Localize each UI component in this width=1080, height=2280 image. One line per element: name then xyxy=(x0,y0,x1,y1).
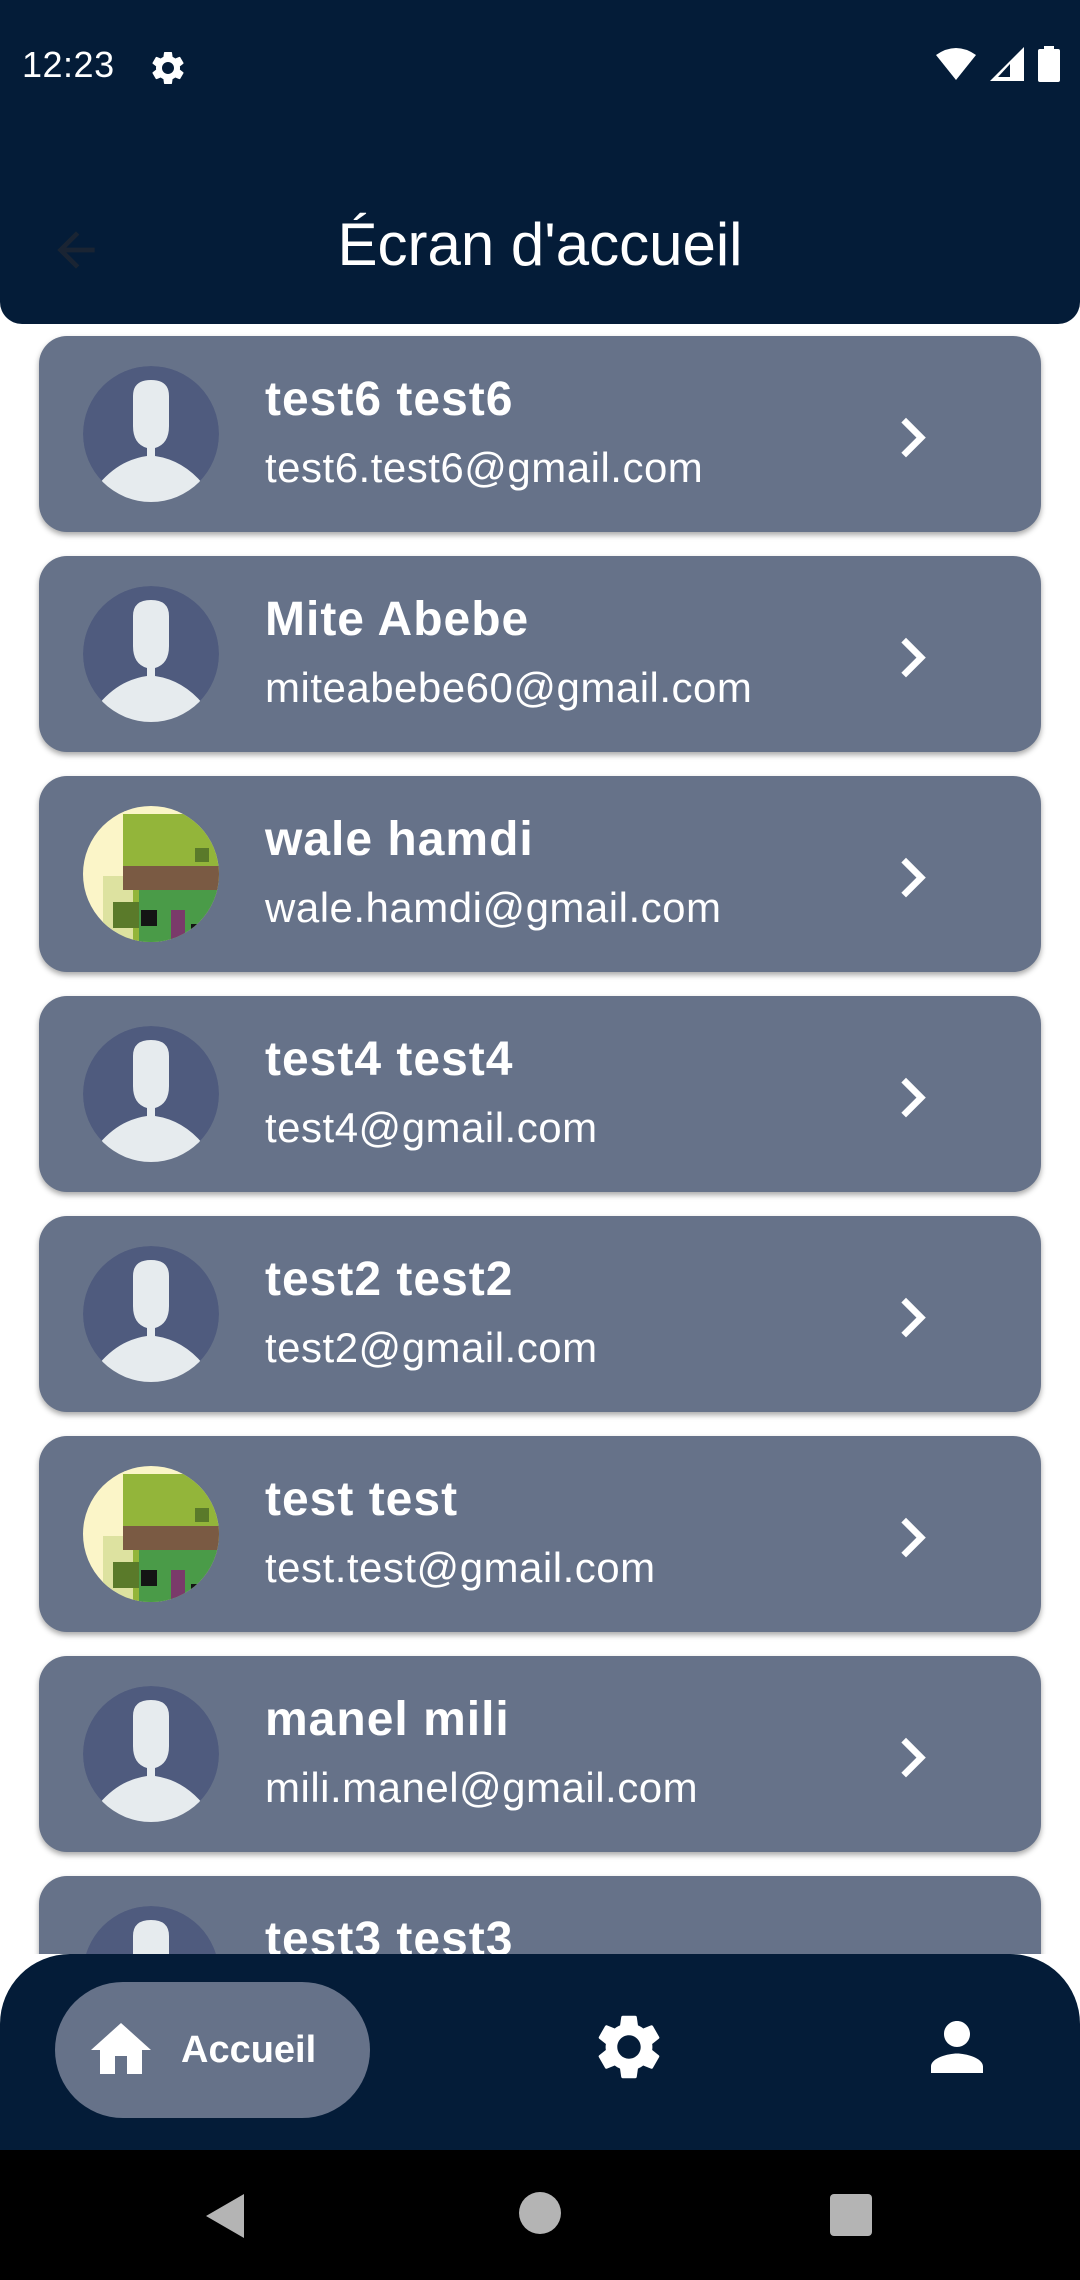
signal-icon xyxy=(990,47,1024,81)
screen: 12:23 Écran d'accueil test6 test6 test6.… xyxy=(0,0,1080,2280)
user-email: wale.hamdi@gmail.com xyxy=(265,884,722,931)
avatar xyxy=(83,1246,219,1382)
person-silhouette-icon xyxy=(83,1686,219,1822)
chevron-right-icon xyxy=(901,637,926,678)
chevron-right-icon xyxy=(901,1517,926,1558)
avatar xyxy=(83,1906,219,1954)
user-name: Mite Abebe xyxy=(265,593,530,646)
user-name: test2 test2 xyxy=(265,1253,514,1306)
user-email: test2@gmail.com xyxy=(265,1324,598,1371)
user-name: test3 test3 xyxy=(265,1913,514,1954)
avatar xyxy=(83,1026,219,1162)
pixel-art-avatar-icon xyxy=(83,1466,219,1602)
user-card[interactable]: test4 test4 test4@gmail.com xyxy=(39,996,1041,1192)
user-name: test4 test4 xyxy=(265,1033,514,1086)
chevron-right-icon xyxy=(901,1297,926,1338)
user-name: test6 test6 xyxy=(265,373,514,426)
app-bar: 12:23 Écran d'accueil xyxy=(0,0,1080,324)
system-navigation-bar xyxy=(0,2150,1080,2280)
user-name: wale hamdi xyxy=(265,813,534,866)
chevron-right-icon xyxy=(879,1938,951,1954)
chevron-right-icon xyxy=(901,1737,926,1778)
user-email: test6.test6@gmail.com xyxy=(265,444,704,491)
user-card[interactable]: test test test.test@gmail.com xyxy=(39,1436,1041,1632)
system-home-icon[interactable] xyxy=(517,2190,563,2236)
chevron-right-icon xyxy=(901,857,926,898)
user-email: test.test@gmail.com xyxy=(265,1544,656,1591)
home-icon xyxy=(91,2023,151,2074)
page-title: Écran d'accueil xyxy=(337,211,743,278)
person-silhouette-icon xyxy=(83,1246,219,1382)
profile-icon[interactable] xyxy=(918,2008,996,2086)
avatar xyxy=(83,366,219,502)
avatar xyxy=(83,806,219,942)
user-name: manel mili xyxy=(265,1693,510,1746)
nav-item-home[interactable]: Accueil xyxy=(55,1982,370,2118)
status-icons xyxy=(936,46,1060,82)
chevron-right-icon xyxy=(901,1077,926,1118)
user-card[interactable]: test3 test3 xyxy=(39,1876,1041,1954)
status-time: 12:23 xyxy=(22,44,115,85)
person-silhouette-icon xyxy=(86,1906,216,1954)
chevron-right-icon xyxy=(901,417,926,458)
user-card[interactable]: test6 test6 test6.test6@gmail.com xyxy=(39,336,1041,532)
person-silhouette-icon xyxy=(83,1026,219,1162)
avatar xyxy=(83,1686,219,1822)
person-silhouette-icon xyxy=(83,366,219,502)
system-back-icon[interactable] xyxy=(200,2190,252,2242)
battery-icon xyxy=(1038,46,1060,82)
system-recents-icon[interactable] xyxy=(826,2190,876,2240)
pixel-art-avatar-icon xyxy=(83,806,219,942)
user-card[interactable]: Mite Abebe miteabebe60@gmail.com xyxy=(39,556,1041,752)
user-email: mili.manel@gmail.com xyxy=(265,1764,699,1811)
user-card[interactable]: manel mili mili.manel@gmail.com xyxy=(39,1656,1041,1852)
avatar xyxy=(83,1466,219,1602)
gear-icon xyxy=(152,51,184,84)
user-email: miteabebe60@gmail.com xyxy=(265,664,753,711)
nav-item-label: Accueil xyxy=(181,2028,317,2071)
user-card[interactable]: test2 test2 test2@gmail.com xyxy=(39,1216,1041,1412)
user-list: test6 test6 test6.test6@gmail.com Mite A… xyxy=(0,324,1080,1954)
avatar xyxy=(83,586,219,722)
user-card[interactable]: wale hamdi wale.hamdi@gmail.com xyxy=(39,776,1041,972)
user-email: test4@gmail.com xyxy=(265,1104,598,1151)
person-silhouette-icon xyxy=(83,586,219,722)
settings-icon[interactable] xyxy=(590,2008,668,2086)
wifi-icon xyxy=(936,48,976,80)
user-name: test test xyxy=(265,1473,459,1526)
bottom-navigation: Accueil xyxy=(0,1954,1080,2150)
